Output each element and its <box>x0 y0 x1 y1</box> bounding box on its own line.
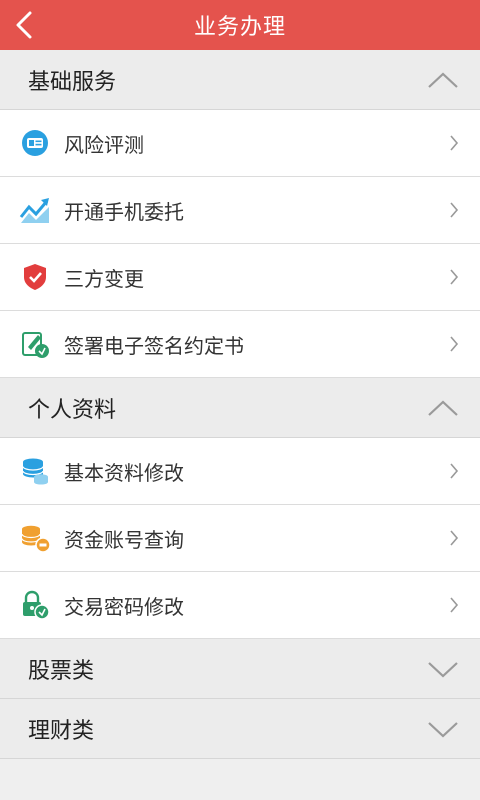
list-item-basic-info-edit[interactable]: 基本资料修改 <box>0 438 480 505</box>
chevron-right-icon <box>446 334 462 354</box>
coins-search-icon <box>18 521 52 555</box>
list-item-third-party-change[interactable]: 三方变更 <box>0 244 480 311</box>
chevron-right-icon <box>446 133 462 153</box>
list-item-risk-test[interactable]: 风险评测 <box>0 110 480 177</box>
chevron-up-icon <box>426 70 460 90</box>
chevron-down-icon <box>426 659 460 679</box>
list-item-mobile-trading[interactable]: 开通手机委托 <box>0 177 480 244</box>
risk-test-icon <box>18 126 52 160</box>
chevron-right-icon <box>446 528 462 548</box>
section-label: 基础服务 <box>28 69 117 95</box>
back-button[interactable] <box>4 0 44 50</box>
chevron-right-icon <box>446 461 462 481</box>
chevron-right-icon <box>446 595 462 615</box>
list-item-e-signature-agreement[interactable]: 签署电子签名约定书 <box>0 311 480 378</box>
item-label: 开通手机委托 <box>64 199 184 224</box>
chevron-left-icon <box>16 11 32 39</box>
item-label: 签署电子签名约定书 <box>64 333 244 358</box>
section-basic-services[interactable]: 基础服务 <box>0 50 480 110</box>
database-icon <box>18 454 52 488</box>
shield-check-icon <box>18 260 52 294</box>
item-label: 风险评测 <box>64 132 144 157</box>
chevron-right-icon <box>446 200 462 220</box>
section-label: 理财类 <box>28 718 95 744</box>
section-wealth-management[interactable]: 理财类 <box>0 699 480 759</box>
section-stocks[interactable]: 股票类 <box>0 639 480 699</box>
bottom-spacer <box>0 759 480 789</box>
item-label: 基本资料修改 <box>64 460 184 485</box>
item-label: 三方变更 <box>64 266 144 291</box>
list-item-fund-account-query[interactable]: 资金账号查询 <box>0 505 480 572</box>
page-title: 业务办理 <box>193 15 286 40</box>
lock-edit-icon <box>18 588 52 622</box>
item-label: 交易密码修改 <box>64 594 184 619</box>
e-sign-icon <box>18 327 52 361</box>
list-item-trade-password-change[interactable]: 交易密码修改 <box>0 572 480 639</box>
section-label: 股票类 <box>28 658 95 684</box>
section-label: 个人资料 <box>28 397 117 423</box>
item-label: 资金账号查询 <box>64 527 184 552</box>
chevron-up-icon <box>426 398 460 418</box>
section-personal-info[interactable]: 个人资料 <box>0 378 480 438</box>
chevron-down-icon <box>426 719 460 739</box>
trend-chart-icon <box>18 193 52 227</box>
top-bar: 业务办理 <box>0 0 480 50</box>
chevron-right-icon <box>446 267 462 287</box>
